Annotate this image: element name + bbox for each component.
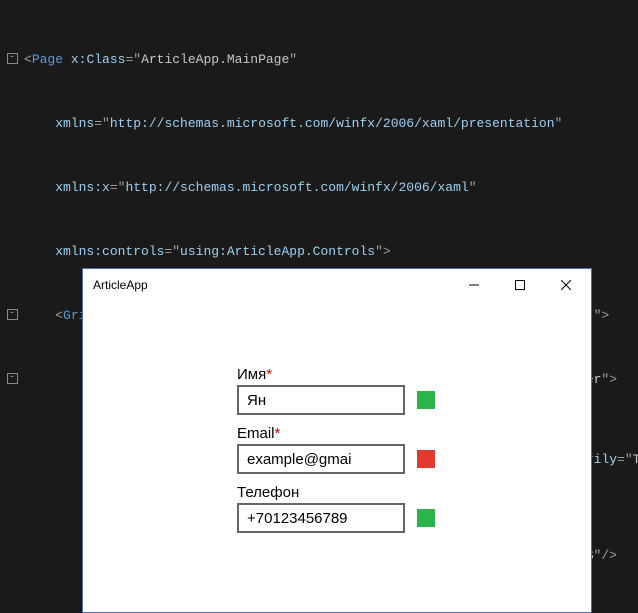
name-validation-icon xyxy=(417,391,435,409)
phone-input[interactable]: +70123456789 xyxy=(237,503,405,533)
email-validation-icon xyxy=(417,450,435,468)
minimize-icon xyxy=(469,280,479,290)
maximize-button[interactable] xyxy=(497,270,543,300)
email-input[interactable]: example@gmai xyxy=(237,444,405,474)
close-button[interactable] xyxy=(543,270,589,300)
app-body: Имя* Ян Email* example@gmai Телефон +701… xyxy=(83,301,591,543)
field-phone-label: Телефон xyxy=(237,484,437,501)
close-icon xyxy=(561,280,571,290)
field-name: Имя* Ян xyxy=(237,366,437,415)
field-name-label: Имя* xyxy=(237,366,437,383)
field-phone: Телефон +70123456789 xyxy=(237,484,437,533)
window-title: ArticleApp xyxy=(93,278,451,292)
maximize-icon xyxy=(515,280,525,290)
field-email: Email* example@gmai xyxy=(237,425,437,474)
app-window: ArticleApp Имя* Ян Email* example@gmai xyxy=(82,268,592,613)
titlebar: ArticleApp xyxy=(83,269,591,301)
phone-validation-icon xyxy=(417,509,435,527)
minimize-button[interactable] xyxy=(451,270,497,300)
name-input[interactable]: Ян xyxy=(237,385,405,415)
field-email-label: Email* xyxy=(237,425,437,442)
